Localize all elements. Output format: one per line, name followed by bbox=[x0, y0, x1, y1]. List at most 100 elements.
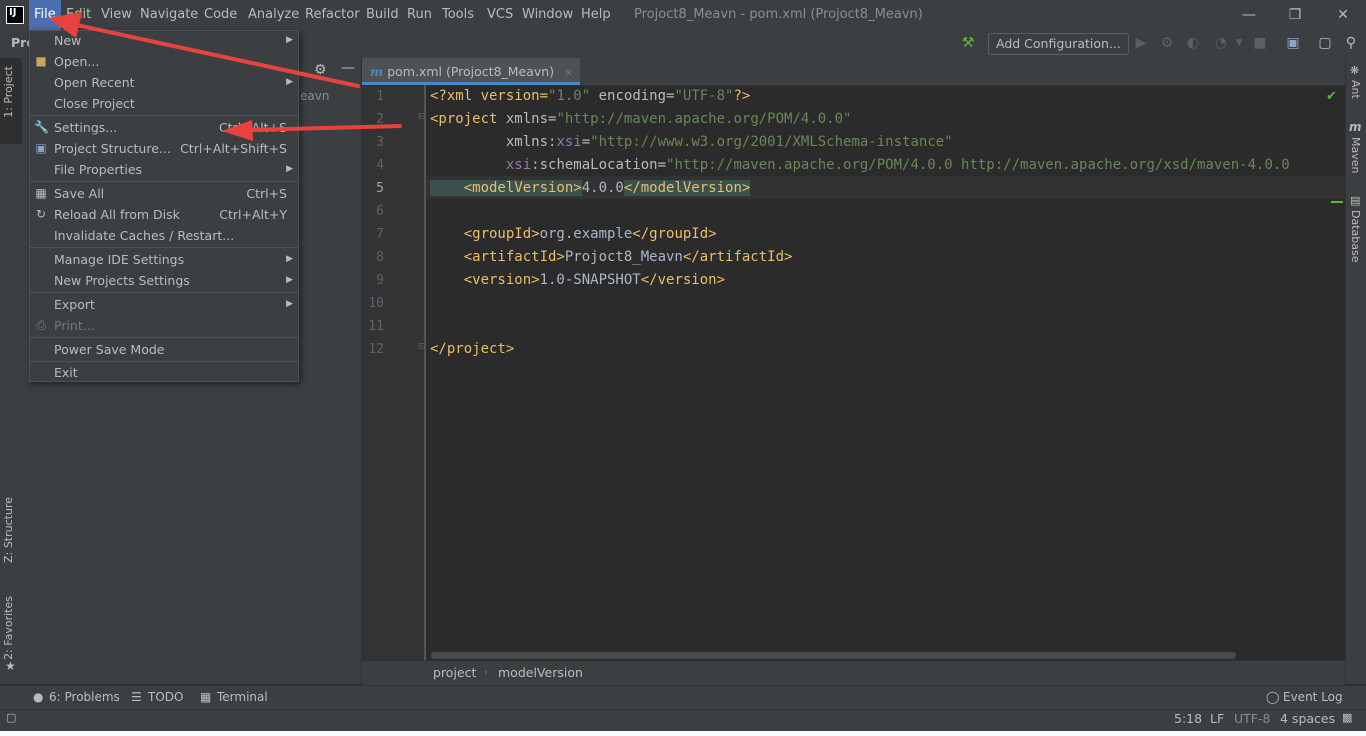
submenu-arrow-icon: ▶ bbox=[286, 77, 293, 87]
caret-position[interactable]: 5:18 bbox=[1174, 711, 1202, 726]
tab-problems[interactable]: 6: Problems bbox=[49, 690, 120, 704]
submenu-arrow-icon: ▶ bbox=[286, 254, 293, 264]
coverage-icon[interactable]: ◐ bbox=[1184, 34, 1202, 52]
menu-item-invalidate-caches[interactable]: Invalidate Caches / Restart... bbox=[29, 225, 299, 246]
menu-vcs[interactable]: VCS bbox=[482, 0, 518, 30]
tab-event-log[interactable]: Event Log bbox=[1283, 690, 1343, 704]
submenu-arrow-icon: ▶ bbox=[286, 35, 293, 45]
menu-help[interactable]: Help bbox=[576, 0, 616, 30]
menu-navigate[interactable]: Navigate bbox=[135, 0, 203, 30]
maximize-icon[interactable]: ❐ bbox=[1272, 0, 1318, 30]
menu-item-power-save-mode[interactable]: Power Save Mode bbox=[29, 339, 299, 360]
menu-code[interactable]: Code bbox=[199, 0, 242, 30]
line-number: 1 bbox=[376, 89, 384, 104]
line-separator[interactable]: LF bbox=[1210, 711, 1224, 726]
wrench-icon: 🔧 bbox=[34, 120, 49, 134]
file-encoding[interactable]: UTF-8 bbox=[1234, 711, 1270, 726]
intellij-logo-icon: IJ bbox=[6, 6, 24, 24]
menu-window[interactable]: Window bbox=[517, 0, 578, 30]
tab-favorites[interactable]: 2: Favorites bbox=[2, 596, 15, 660]
tab-project[interactable]: 1: Project bbox=[2, 66, 15, 118]
run-icon[interactable]: ▶ bbox=[1132, 34, 1150, 52]
menu-view[interactable]: View bbox=[96, 0, 137, 30]
breadcrumb-project[interactable]: project bbox=[433, 665, 476, 680]
breadcrumb-modelversion[interactable]: modelVersion bbox=[498, 665, 583, 680]
menu-separator bbox=[30, 292, 298, 293]
menu-item-new-projects-settings[interactable]: New Projects Settings ▶ bbox=[29, 270, 299, 291]
code-line-5: <modelVersion>4.0.0</modelVersion> bbox=[430, 180, 751, 196]
scroll-marker bbox=[1331, 201, 1343, 203]
indent-setting[interactable]: 4 spaces bbox=[1280, 711, 1335, 726]
menu-item-save-all[interactable]: ▦ Save All Ctrl+S bbox=[29, 183, 299, 204]
layout-icon[interactable]: ▢ bbox=[1316, 34, 1334, 52]
minimize-icon[interactable]: — bbox=[1226, 0, 1272, 30]
tab-todo[interactable]: TODO bbox=[148, 690, 183, 704]
tab-ant[interactable]: Ant bbox=[1349, 80, 1362, 99]
hide-panel-icon[interactable]: — bbox=[341, 60, 355, 76]
line-number: 3 bbox=[376, 135, 384, 150]
inspection-ok-icon[interactable]: ✔ bbox=[1326, 89, 1337, 104]
breadcrumb-chevron-icon: › bbox=[484, 667, 488, 678]
event-log-icon: ◯ bbox=[1266, 690, 1280, 704]
menu-analyze[interactable]: Analyze bbox=[243, 0, 304, 30]
fold-icon[interactable]: ⊟ bbox=[418, 112, 426, 122]
line-number: 7 bbox=[376, 227, 384, 242]
printer-icon: ⎙ bbox=[36, 318, 46, 332]
menu-item-new[interactable]: New ▶ bbox=[29, 30, 299, 51]
menu-item-project-structure[interactable]: ▣ Project Structure... Ctrl+Alt+Shift+S bbox=[29, 138, 299, 159]
code-line-3: xmlns:xsi="http://www.w3.org/2001/XMLSch… bbox=[430, 134, 953, 150]
menu-item-export[interactable]: Export ▶ bbox=[29, 294, 299, 315]
problems-icon: ● bbox=[33, 690, 44, 704]
add-configuration-button[interactable]: Add Configuration... bbox=[988, 33, 1129, 55]
lock-icon[interactable]: ▩ bbox=[1342, 711, 1352, 724]
menu-file[interactable]: File bbox=[29, 0, 61, 30]
star-icon: ★ bbox=[5, 659, 16, 673]
profile-dropdown-icon[interactable]: ▼ bbox=[1230, 34, 1248, 52]
line-number: 4 bbox=[376, 158, 384, 173]
menu-edit[interactable]: Edit bbox=[61, 0, 96, 30]
tab-maven[interactable]: Maven bbox=[1349, 137, 1362, 173]
horizontal-scrollbar[interactable] bbox=[431, 652, 1236, 659]
editor-tab-pom[interactable]: m pom.xml (Projoct8_Meavn) ✕ bbox=[362, 58, 581, 85]
menu-item-close-project[interactable]: Close Project bbox=[29, 93, 299, 114]
status-bar bbox=[0, 709, 1366, 732]
menu-item-settings[interactable]: 🔧 Settings... Ctrl+Alt+S bbox=[29, 117, 299, 138]
line-number: 12 bbox=[368, 342, 384, 357]
menu-item-exit[interactable]: Exit bbox=[29, 362, 299, 383]
gear-icon[interactable]: ⚙ bbox=[314, 62, 327, 78]
tab-terminal[interactable]: Terminal bbox=[217, 690, 268, 704]
search-icon[interactable]: ⚲ bbox=[1342, 34, 1360, 52]
tab-database[interactable]: Database bbox=[1349, 210, 1362, 263]
close-icon[interactable]: ✕ bbox=[1320, 0, 1366, 30]
stop-icon[interactable]: ■ bbox=[1251, 34, 1269, 52]
left-tool-stripe bbox=[0, 58, 23, 684]
tool-windows-icon[interactable]: ▢ bbox=[6, 711, 16, 724]
menu-separator bbox=[30, 247, 298, 248]
debug-icon[interactable]: ⚙ bbox=[1158, 34, 1176, 52]
menu-item-open-recent[interactable]: Open Recent ▶ bbox=[29, 72, 299, 93]
line-number: 6 bbox=[376, 204, 384, 219]
tab-structure[interactable]: Z: Structure bbox=[2, 497, 15, 563]
code-line-7: <groupId>org.example</groupId> bbox=[430, 226, 717, 242]
fold-icon[interactable]: ⊟ bbox=[418, 342, 426, 352]
menu-build[interactable]: Build bbox=[361, 0, 404, 30]
profile-icon[interactable]: ◔ bbox=[1212, 34, 1230, 52]
line-number-current: 5 bbox=[376, 181, 384, 196]
menu-refactor[interactable]: Refactor bbox=[300, 0, 365, 30]
editor-tab-label: pom.xml (Projoct8_Meavn) bbox=[387, 64, 555, 79]
build-hammer-icon[interactable]: ⚒ bbox=[959, 34, 977, 52]
project-tree-item[interactable]: eavn bbox=[300, 89, 329, 103]
menu-tools[interactable]: Tools bbox=[437, 0, 479, 30]
menu-item-reload-all[interactable]: ↻ Reload All from Disk Ctrl+Alt+Y bbox=[29, 204, 299, 225]
menu-item-open[interactable]: ■ Open... bbox=[29, 51, 299, 72]
submenu-arrow-icon: ▶ bbox=[286, 164, 293, 174]
close-tab-icon[interactable]: ✕ bbox=[564, 68, 572, 79]
database-icon: ▤ bbox=[1350, 194, 1361, 207]
code-line-1: <?xml version="1.0" encoding="UTF-8"?> bbox=[430, 88, 751, 104]
menu-run[interactable]: Run bbox=[402, 0, 437, 30]
menu-item-file-properties[interactable]: File Properties ▶ bbox=[29, 159, 299, 180]
menu-item-manage-ide-settings[interactable]: Manage IDE Settings ▶ bbox=[29, 249, 299, 270]
project-structure-icon[interactable]: ▣ bbox=[1284, 34, 1302, 52]
taskbar bbox=[0, 731, 1366, 736]
menu-separator bbox=[30, 115, 298, 116]
